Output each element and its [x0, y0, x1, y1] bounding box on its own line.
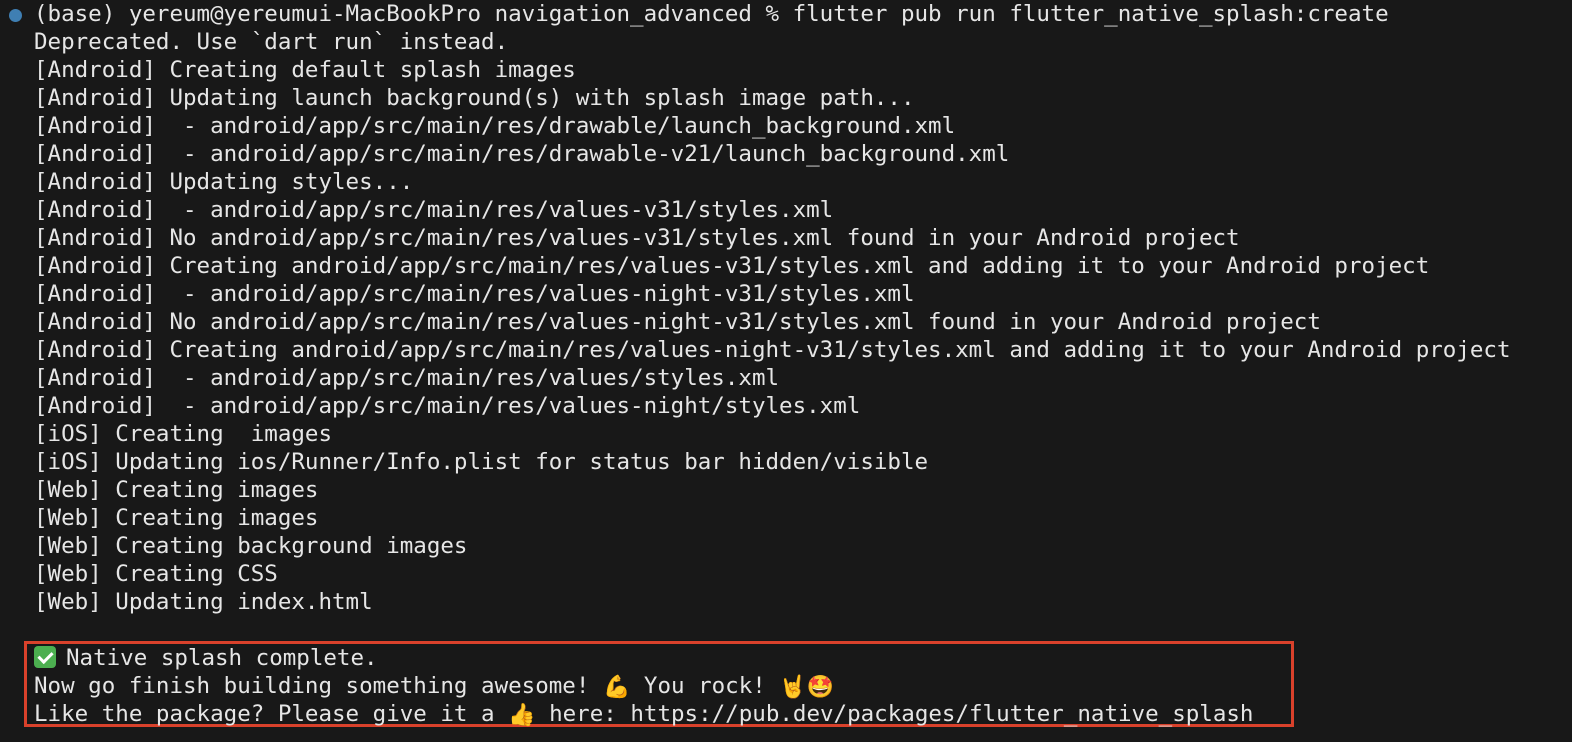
- terminal-window[interactable]: (base) yereum@yereumui-MacBookPro naviga…: [0, 0, 1572, 742]
- output-line: [Android] Updating launch background(s) …: [34, 85, 915, 111]
- output-line: [Android] - android/app/src/main/res/val…: [34, 281, 915, 307]
- output-line: [iOS] Updating ios/Runner/Info.plist for…: [34, 449, 929, 475]
- output-line: [Android] - android/app/src/main/res/dra…: [34, 113, 956, 139]
- output-line: Deprecated. Use `dart run` instead.: [34, 29, 509, 55]
- encouragement-line: Now go finish building something awesome…: [34, 672, 1253, 700]
- output-line: [Android] No android/app/src/main/res/va…: [34, 309, 1321, 335]
- go-finish-text: Now go finish building something awesome…: [34, 673, 603, 699]
- star-struck-face-icon: 🤩: [806, 675, 835, 700]
- thumbs-up-icon: 👍: [508, 703, 536, 728]
- output-line: [Android] - android/app/src/main/res/dra…: [34, 141, 1010, 167]
- output-line: [Web] Creating images: [34, 477, 319, 503]
- flexed-biceps-icon: 💪: [602, 675, 631, 700]
- like-prefix-text: Like the package? Please give it a: [34, 701, 509, 727]
- output-line: [iOS] Creating images: [34, 421, 333, 447]
- output-line: [Web] Creating CSS: [34, 561, 278, 587]
- completion-messages: Native splash complete. Now go finish bu…: [34, 644, 1253, 728]
- prompt-command-line: (base) yereum@yereumui-MacBookPro naviga…: [34, 1, 1389, 27]
- you-rock-text: You rock!: [630, 673, 780, 699]
- output-line: [Android] Creating android/app/src/main/…: [34, 337, 1511, 363]
- output-line: [Web] Creating images: [34, 505, 319, 531]
- output-line: [Android] No android/app/src/main/res/va…: [34, 225, 1240, 251]
- prompt-status-dot-icon: [9, 9, 22, 22]
- output-line: [Android] - android/app/src/main/res/val…: [34, 393, 861, 419]
- complete-message-line: Native splash complete.: [34, 644, 1253, 672]
- terminal-output: (base) yereum@yereumui-MacBookPro naviga…: [34, 0, 1511, 616]
- check-mark-icon: [34, 646, 56, 668]
- rock-hand-icon: 🤘: [779, 675, 807, 700]
- complete-message: Native splash complete.: [66, 645, 378, 671]
- output-line: [Web] Updating index.html: [34, 589, 373, 615]
- output-line: [Android] - android/app/src/main/res/val…: [34, 197, 834, 223]
- output-line: [Android] - android/app/src/main/res/val…: [34, 365, 780, 391]
- output-line: [Android] Creating default splash images: [34, 57, 576, 83]
- output-line: [Android] Updating styles...: [34, 169, 414, 195]
- package-link[interactable]: here: https://pub.dev/packages/flutter_n…: [536, 701, 1253, 727]
- output-line: [Android] Creating android/app/src/main/…: [34, 253, 1430, 279]
- output-line: [Web] Creating background images: [34, 533, 468, 559]
- package-link-line: Like the package? Please give it a 👍 her…: [34, 700, 1253, 728]
